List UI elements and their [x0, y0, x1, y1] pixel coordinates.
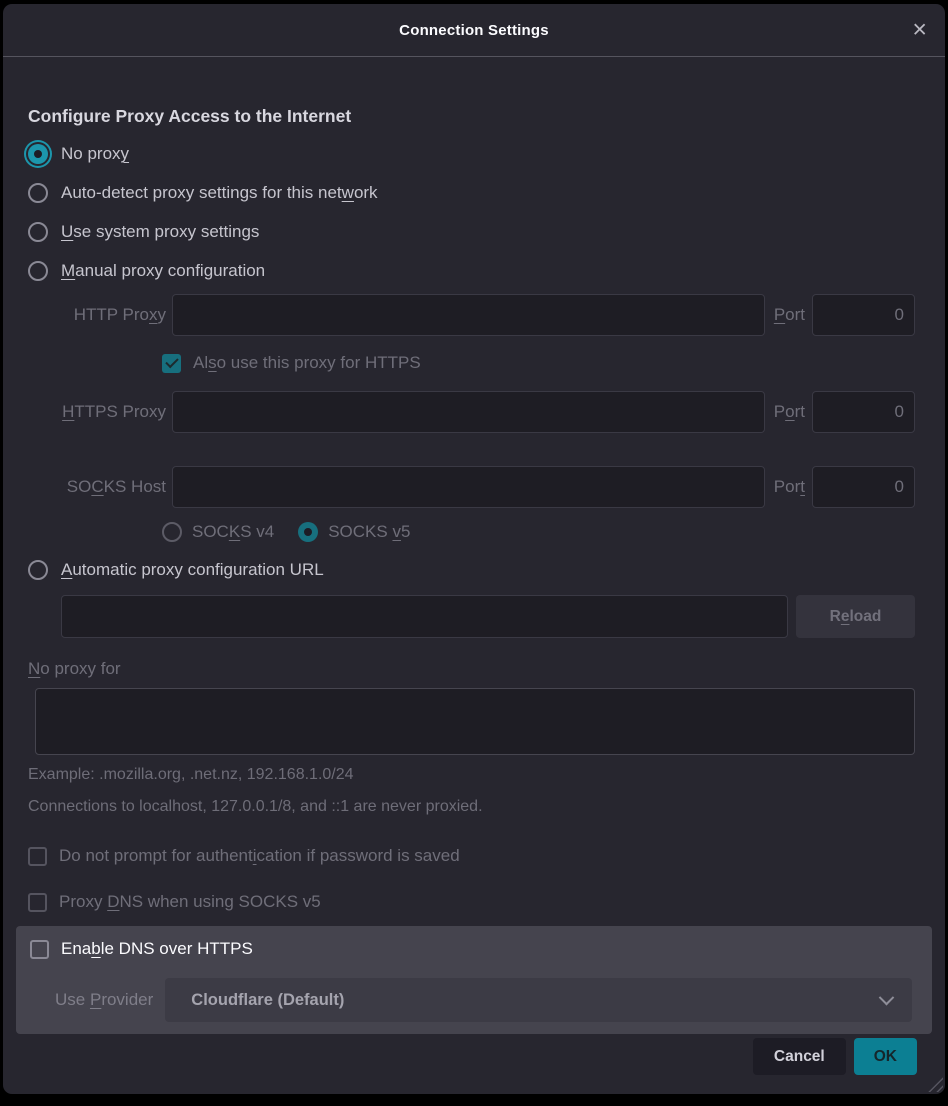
- provider-dropdown[interactable]: Cloudflare (Default): [165, 978, 912, 1022]
- socks-host-input[interactable]: [172, 466, 765, 508]
- dialog-titlebar: Connection Settings ×: [3, 4, 945, 57]
- radio-row-manual-proxy[interactable]: Manual proxy configuration: [28, 259, 915, 283]
- radio-no-proxy-label: No proxy: [61, 144, 129, 164]
- socks-host-label: SOCKS Host: [28, 477, 172, 497]
- http-port-input[interactable]: [812, 294, 915, 336]
- radio-manual-proxy-label: Manual proxy configuration: [61, 261, 265, 281]
- radio-socks-v4-label: SOCKS v4: [192, 522, 274, 542]
- checkbox-enable-doh-label: Enable DNS over HTTPS: [61, 939, 253, 959]
- provider-dropdown-value: Cloudflare (Default): [191, 991, 881, 1010]
- https-port-label: Port: [765, 402, 812, 422]
- radio-socks-v4[interactable]: [162, 522, 182, 542]
- radio-auto-url[interactable]: [28, 560, 48, 580]
- checkbox-also-https-label: Also use this proxy for HTTPS: [193, 353, 421, 373]
- http-proxy-input[interactable]: [172, 294, 765, 336]
- checkbox-proxy-dns-label: Proxy DNS when using SOCKS v5: [59, 892, 321, 912]
- resize-grip[interactable]: [924, 1073, 943, 1092]
- dns-over-https-section: Enable DNS over HTTPS Use Provider Cloud…: [16, 926, 932, 1034]
- radio-auto-detect-label: Auto-detect proxy settings for this netw…: [61, 183, 378, 203]
- radio-no-proxy[interactable]: [28, 144, 48, 164]
- socks-port-label: Port: [765, 477, 812, 497]
- radio-auto-detect[interactable]: [28, 183, 48, 203]
- radio-socks-v5-label: SOCKS v5: [328, 522, 410, 542]
- checkbox-row-enable-doh[interactable]: Enable DNS over HTTPS: [30, 937, 912, 961]
- checkbox-row-no-prompt-auth[interactable]: Do not prompt for authentication if pass…: [28, 844, 915, 868]
- chevron-down-icon: [879, 989, 895, 1005]
- checkbox-also-https[interactable]: [162, 354, 181, 373]
- reload-button[interactable]: Reload: [796, 595, 915, 638]
- checkbox-row-proxy-dns[interactable]: Proxy DNS when using SOCKS v5: [28, 890, 915, 914]
- no-proxy-for-textarea[interactable]: [35, 688, 915, 755]
- ok-button[interactable]: OK: [854, 1038, 917, 1075]
- checkbox-no-prompt-auth[interactable]: [28, 847, 47, 866]
- radio-row-system-proxy[interactable]: Use system proxy settings: [28, 220, 915, 244]
- radio-auto-url-label: Automatic proxy configuration URL: [61, 560, 324, 580]
- localhost-note-text: Connections to localhost, 127.0.0.1/8, a…: [28, 798, 915, 816]
- http-port-label: Port: [765, 305, 812, 325]
- dialog-title: Connection Settings: [399, 22, 549, 39]
- no-proxy-example-text: Example: .mozilla.org, .net.nz, 192.168.…: [28, 766, 915, 784]
- checkbox-proxy-dns[interactable]: [28, 893, 47, 912]
- https-port-input[interactable]: [812, 391, 915, 433]
- checkbox-row-also-https[interactable]: Also use this proxy for HTTPS: [162, 351, 915, 375]
- radio-manual-proxy[interactable]: [28, 261, 48, 281]
- https-proxy-input[interactable]: [172, 391, 765, 433]
- auto-config-url-input[interactable]: [61, 595, 788, 638]
- cancel-button[interactable]: Cancel: [753, 1038, 846, 1075]
- page-title: Configure Proxy Access to the Internet: [28, 106, 915, 127]
- radio-system-proxy[interactable]: [28, 222, 48, 242]
- radio-row-socks-v5[interactable]: SOCKS v5: [298, 522, 410, 542]
- radio-row-no-proxy[interactable]: No proxy: [28, 142, 915, 166]
- no-proxy-for-label: No proxy for: [28, 659, 121, 679]
- radio-row-auto-detect[interactable]: Auto-detect proxy settings for this netw…: [28, 181, 915, 205]
- radio-row-auto-url[interactable]: Automatic proxy configuration URL: [28, 558, 915, 582]
- http-proxy-label: HTTP Proxy: [28, 305, 172, 325]
- https-proxy-label: HTTPS Proxy: [28, 402, 172, 422]
- checkbox-no-prompt-auth-label: Do not prompt for authentication if pass…: [59, 846, 460, 866]
- checkbox-enable-doh[interactable]: [30, 940, 49, 959]
- connection-settings-dialog: Connection Settings × Configure Proxy Ac…: [3, 4, 945, 1094]
- radio-system-proxy-label: Use system proxy settings: [61, 222, 259, 242]
- radio-row-socks-v4[interactable]: SOCKS v4: [162, 522, 274, 542]
- close-icon[interactable]: ×: [912, 18, 927, 43]
- radio-socks-v5[interactable]: [298, 522, 318, 542]
- use-provider-label: Use Provider: [55, 990, 153, 1010]
- socks-port-input[interactable]: [812, 466, 915, 508]
